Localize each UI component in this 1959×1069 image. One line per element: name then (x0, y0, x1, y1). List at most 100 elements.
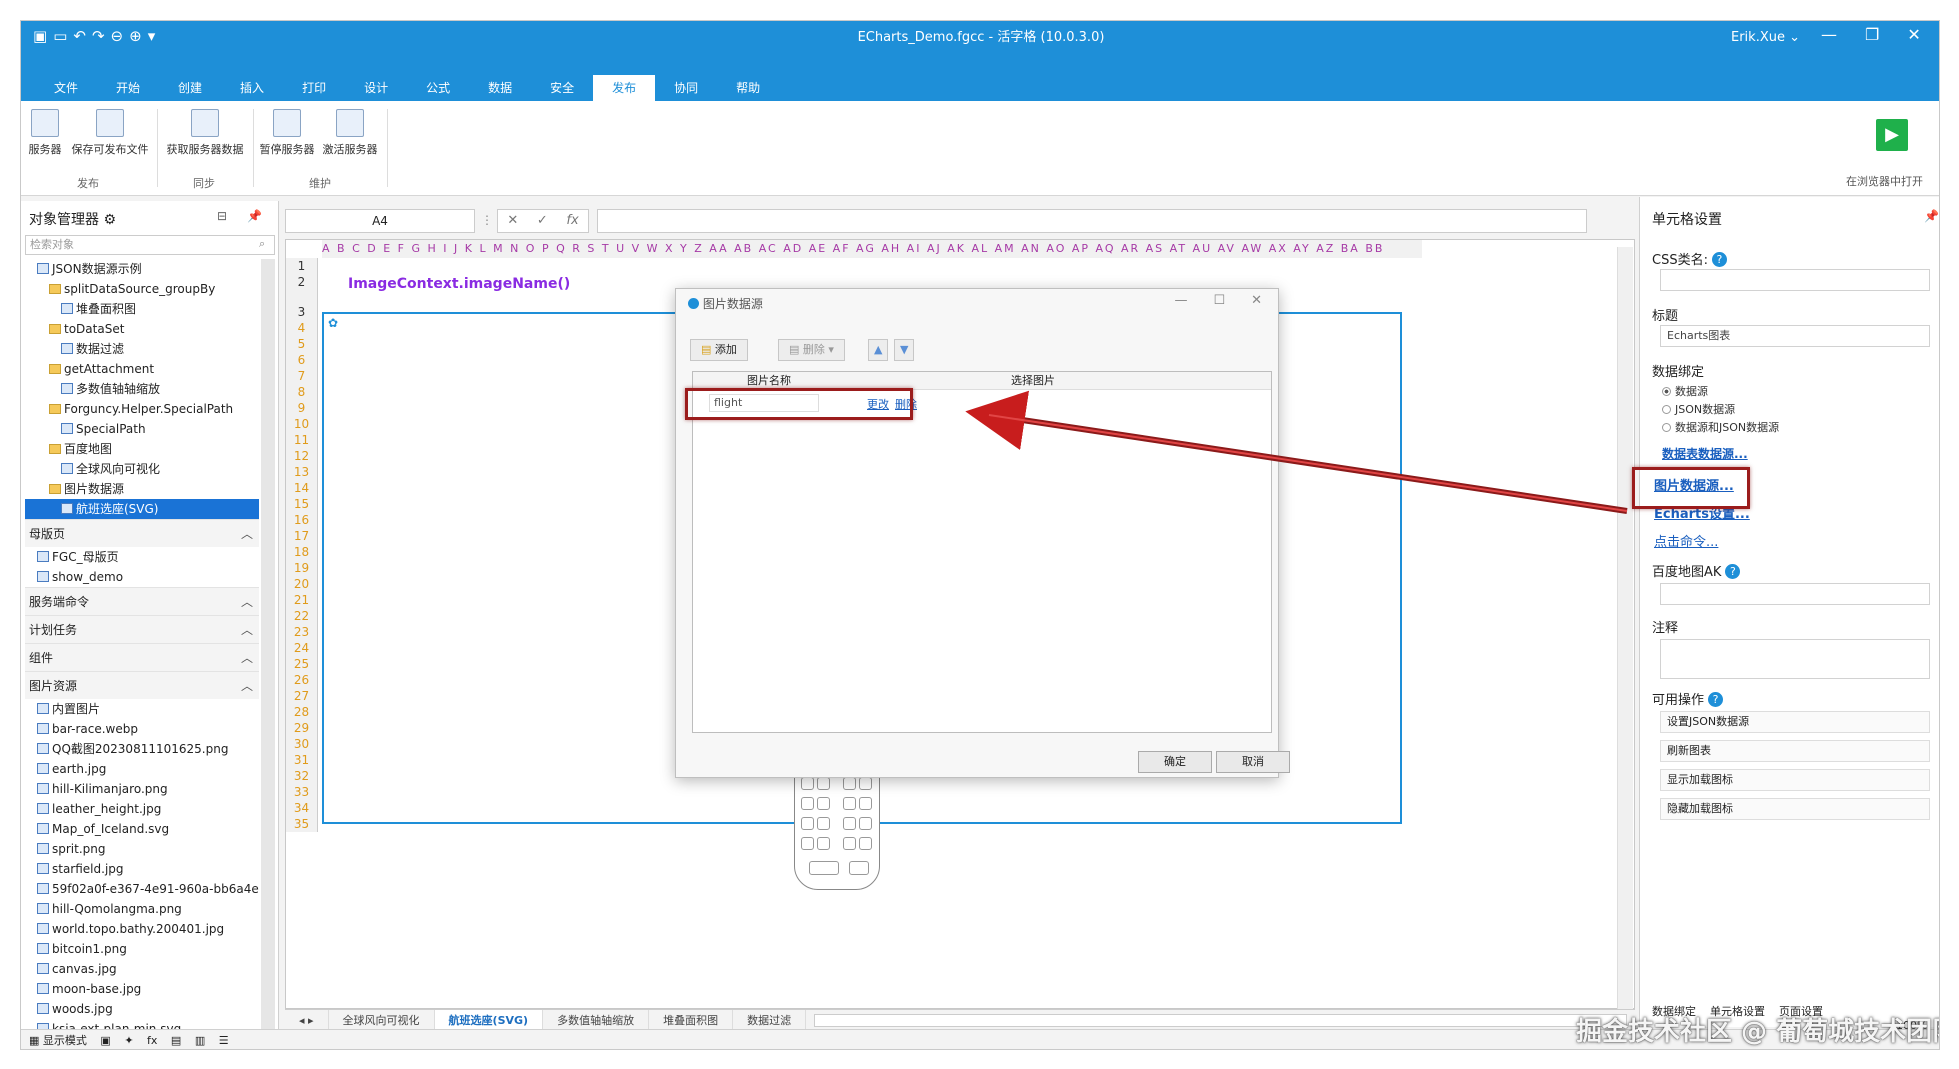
formula-icon[interactable]: fx (147, 1034, 157, 1047)
menu-tab[interactable]: 文件 (35, 75, 97, 101)
sheet-tab[interactable]: 多数值轴轴缩放 (543, 1010, 650, 1031)
row-header[interactable]: 13 (286, 464, 317, 480)
sheet-tab[interactable]: 全球风向可视化 (329, 1010, 435, 1031)
row-header[interactable]: 21 (286, 592, 317, 608)
row-header[interactable]: 34 (286, 800, 317, 816)
menu-tab[interactable]: 开始 (97, 75, 159, 101)
tree-item[interactable]: JSON数据源示例 (25, 259, 259, 279)
row-header[interactable]: 6 (286, 352, 317, 368)
row-header[interactable]: 35 (286, 816, 317, 832)
tree-item[interactable]: woods.jpg (25, 999, 259, 1019)
pin-icon[interactable]: 📌 (247, 209, 262, 223)
layout-icon[interactable]: ▥ (195, 1034, 205, 1047)
close-icon[interactable]: ✕ (1907, 25, 1920, 44)
cancel-icon[interactable]: ✕ (507, 210, 518, 232)
cell-reference-box[interactable]: A4 (285, 209, 475, 233)
collapse-icon[interactable]: ⊟ (217, 209, 227, 223)
tree-item[interactable]: show_demo (25, 567, 259, 587)
row-header[interactable]: 5 (286, 336, 317, 352)
row-header[interactable]: 18 (286, 544, 317, 560)
radio-json[interactable]: JSON数据源 (1662, 401, 1735, 417)
row-header[interactable]: 9 (286, 400, 317, 416)
row-header[interactable]: 2 (286, 274, 317, 304)
move-down-button[interactable]: ▼ (894, 339, 915, 361)
tree-item[interactable]: earth.jpg (25, 759, 259, 779)
op-show-loading[interactable]: 显示加载图标 (1660, 769, 1930, 791)
row-header[interactable]: 10 (286, 416, 317, 432)
minimize-icon[interactable]: — (1174, 293, 1187, 308)
section-image-resources[interactable]: 图片资源 ︿ (25, 671, 259, 699)
tree-item[interactable]: 全球风向可视化 (25, 459, 259, 479)
close-icon[interactable]: ✕ (1251, 293, 1262, 308)
op-set-json[interactable]: 设置JSON数据源 (1660, 711, 1930, 733)
fx-icon[interactable]: fx (566, 210, 578, 232)
section-master-pages[interactable]: 母版页 ︿ (25, 519, 259, 547)
row-header[interactable]: 27 (286, 688, 317, 704)
terminal-icon[interactable]: ▣ (100, 1034, 110, 1047)
radio-both[interactable]: 数据源和JSON数据源 (1662, 419, 1779, 435)
confirm-icon[interactable]: ✓ (537, 210, 548, 232)
tree-item[interactable]: Forguncy.Helper.SpecialPath (25, 399, 259, 419)
row-header[interactable]: 8 (286, 384, 317, 400)
tree-item[interactable]: canvas.jpg (25, 959, 259, 979)
section-header[interactable]: 服务端命令 ︿ (25, 587, 259, 615)
menu-tab[interactable]: 帮助 (717, 75, 779, 101)
section-header[interactable]: 计划任务 ︿ (25, 615, 259, 643)
tree-item[interactable]: QQ截图20230811101625.png (25, 739, 259, 759)
tree-item[interactable]: splitDataSource_groupBy (25, 279, 259, 299)
tree-item[interactable]: 图片数据源 (25, 479, 259, 499)
row-header[interactable]: 24 (286, 640, 317, 656)
row-header[interactable]: 12 (286, 448, 317, 464)
tree-item[interactable]: 59f02a0f-e367-4e91-960a-bb6a4e (25, 879, 259, 899)
menu-tab[interactable]: 发布 (593, 75, 656, 101)
row-header[interactable]: 16 (286, 512, 317, 528)
move-up-button[interactable]: ▲ (868, 339, 889, 361)
row-header[interactable]: 3 (286, 304, 317, 320)
formula-input[interactable] (597, 209, 1587, 233)
tree-item[interactable]: 百度地图 (25, 439, 259, 459)
tab-nav-arrows[interactable]: ◂ ▸ (285, 1010, 329, 1031)
note-input[interactable] (1660, 639, 1930, 679)
tree-item[interactable]: moon-base.jpg (25, 979, 259, 999)
tree-scrollbar[interactable] (261, 259, 275, 1049)
table-icon[interactable]: ▤ (171, 1034, 181, 1047)
tree-item[interactable]: hill-Qomolangma.png (25, 899, 259, 919)
row-header[interactable]: 25 (286, 656, 317, 672)
row-header[interactable]: 22 (286, 608, 317, 624)
click-command-link[interactable]: 点击命令... (1654, 531, 1718, 550)
row-header[interactable]: 29 (286, 720, 317, 736)
tree-item[interactable]: FGC_母版页 (25, 547, 259, 567)
tree-item[interactable]: 数据过滤 (25, 339, 259, 359)
cancel-button[interactable]: 取消 (1216, 751, 1290, 773)
row-header[interactable]: 19 (286, 560, 317, 576)
sheet-vertical-scrollbar[interactable] (1617, 247, 1633, 1017)
tree-item[interactable]: toDataSet (25, 319, 259, 339)
tree-item[interactable]: leather_height.jpg (25, 799, 259, 819)
bulb-icon[interactable]: ✦ (124, 1034, 133, 1047)
row-header[interactable]: 33 (286, 784, 317, 800)
save-publish-button[interactable]: 保存可发布文件 (67, 101, 153, 157)
minimize-icon[interactable]: — (1821, 25, 1837, 44)
row-header[interactable]: 4 (286, 320, 317, 336)
fetch-server-data-button[interactable]: 获取服务器数据 (161, 101, 249, 157)
row-header[interactable]: 17 (286, 528, 317, 544)
sheet-horizontal-scrollbar[interactable] (814, 1014, 1627, 1027)
title-input[interactable]: Echarts图表 (1660, 325, 1930, 347)
row-header[interactable]: 11 (286, 432, 317, 448)
help-icon[interactable]: ? (1708, 692, 1724, 707)
help-icon[interactable]: ? (1725, 564, 1741, 579)
baidu-ak-input[interactable] (1660, 583, 1930, 605)
maximize-icon[interactable]: ☐ (1213, 293, 1225, 308)
tree-item[interactable]: 堆叠面积图 (25, 299, 259, 319)
menu-tab[interactable]: 公式 (407, 75, 469, 101)
pin-icon[interactable]: 📌 (1924, 209, 1939, 223)
row-header[interactable]: 23 (286, 624, 317, 640)
sheet-tab[interactable]: 数据过滤 (733, 1010, 807, 1031)
tree-item[interactable]: starfield.jpg (25, 859, 259, 879)
pause-server-button[interactable]: 暂停服务器 (257, 101, 317, 157)
tree-item[interactable]: world.topo.bathy.200401.jpg (25, 919, 259, 939)
menu-tab[interactable]: 协同 (655, 75, 717, 101)
tree-item[interactable]: hill-Kilimanjaro.png (25, 779, 259, 799)
menu-tab[interactable]: 打印 (283, 75, 345, 101)
display-mode-icon[interactable]: ▦ (29, 1034, 39, 1047)
